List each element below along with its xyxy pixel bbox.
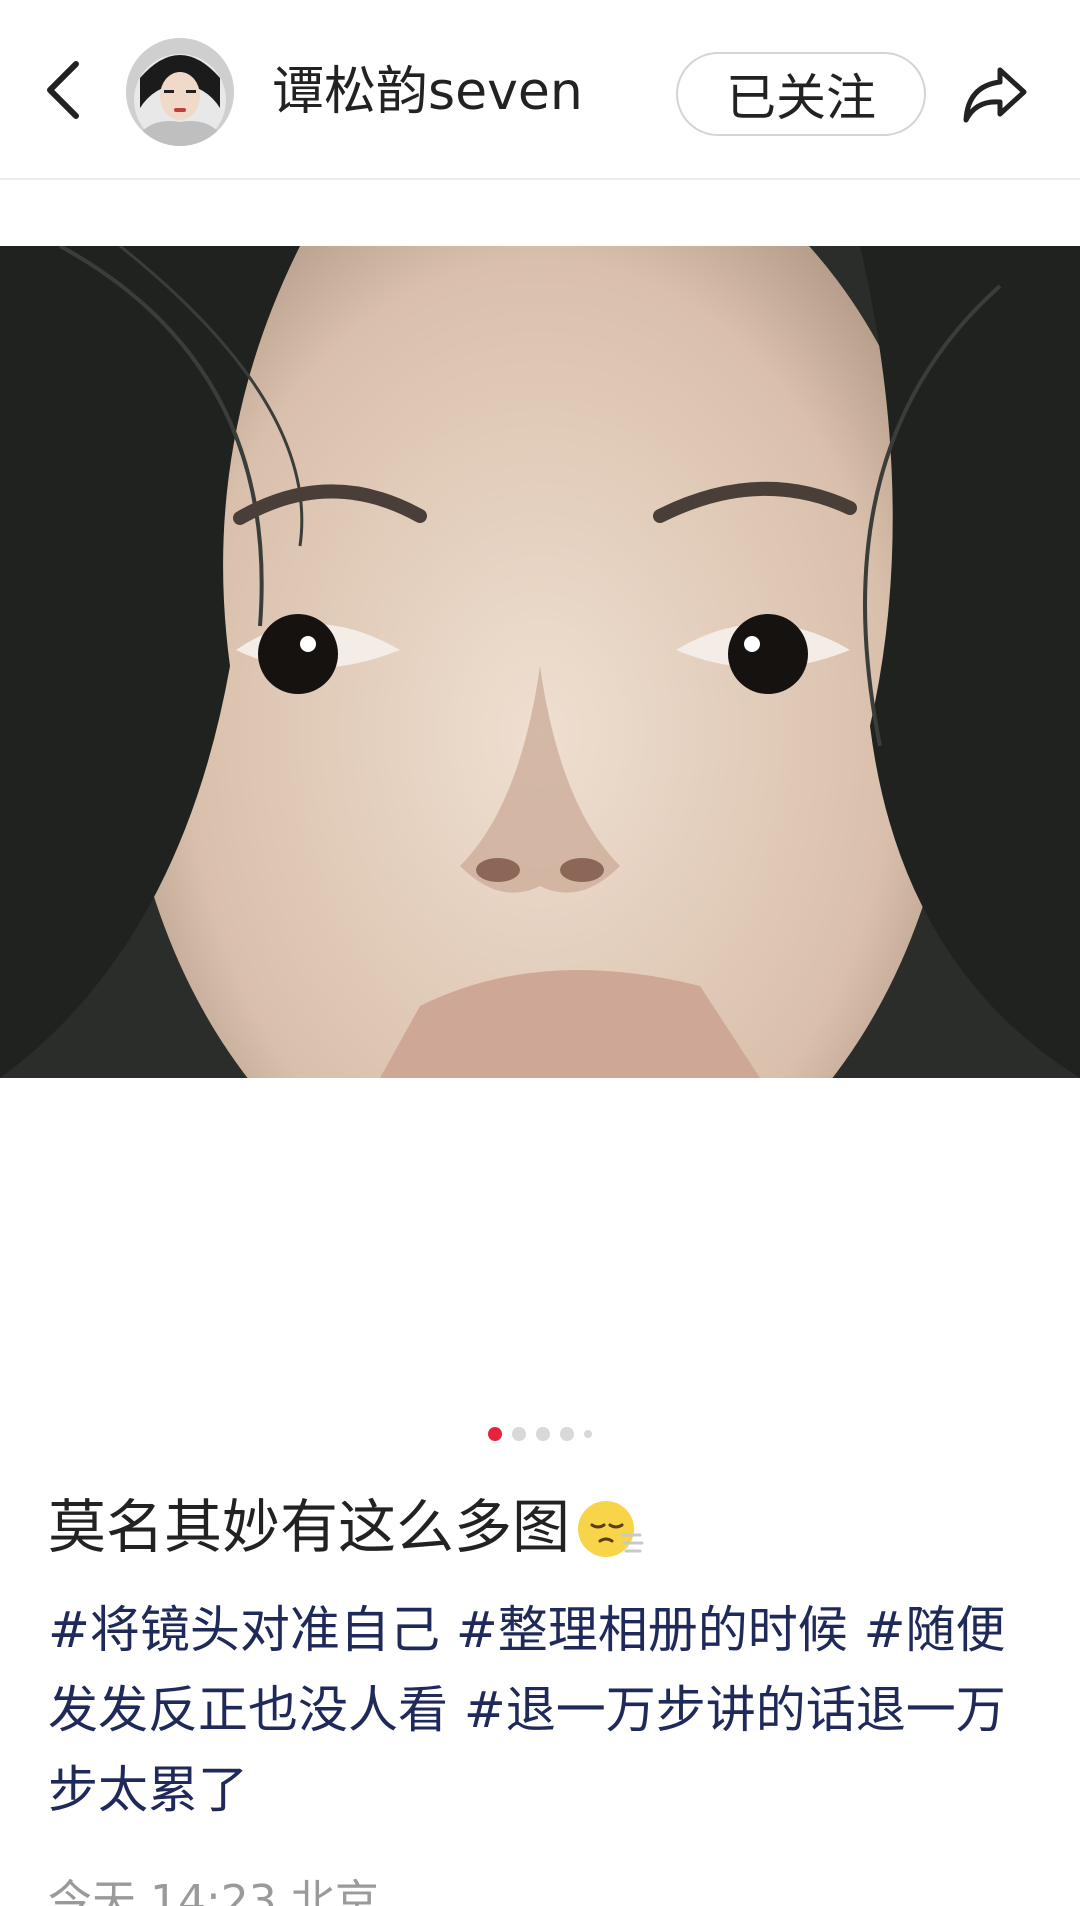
username[interactable]: 谭松韵seven: [272, 56, 583, 128]
avatar[interactable]: [126, 38, 234, 146]
post-hashtags: #将镜头对准自己 #整理相册的时候 #随便发发反正也没人看 #退一万步讲的话退一…: [48, 1590, 1038, 1830]
share-arrow-icon: [963, 67, 1027, 123]
post-title: 莫名其妙有这么多图: [48, 1488, 1038, 1566]
post-detail-page: 谭松韵seven 已关注 莫名其妙有这么多图 #将镜头对准自己 #整理相册的时候…: [0, 0, 1080, 1906]
pager-dot-1[interactable]: [488, 1427, 502, 1441]
post-photo[interactable]: [0, 246, 1080, 1078]
pager-dot-2[interactable]: [512, 1427, 526, 1441]
share-button[interactable]: [950, 52, 1038, 136]
pager-dot-3[interactable]: [536, 1427, 550, 1441]
image-pager: [0, 1424, 1080, 1444]
pager-dot-4[interactable]: [560, 1427, 574, 1441]
chevron-left-icon: [47, 61, 79, 119]
sleepy-face-emoji: [578, 1501, 644, 1557]
back-button[interactable]: [30, 48, 94, 132]
top-bar: 谭松韵seven 已关注: [0, 0, 1080, 180]
hashtag-link[interactable]: #将镜头对准自己: [48, 1601, 440, 1659]
pager-dot-5[interactable]: [584, 1430, 592, 1438]
follow-button[interactable]: 已关注: [676, 52, 926, 136]
post-title-text: 莫名其妙有这么多图: [48, 1493, 571, 1561]
hashtag-link[interactable]: #整理相册的时候: [456, 1601, 848, 1659]
post-timestamp: 今天 14:23 北京: [48, 1876, 379, 1906]
